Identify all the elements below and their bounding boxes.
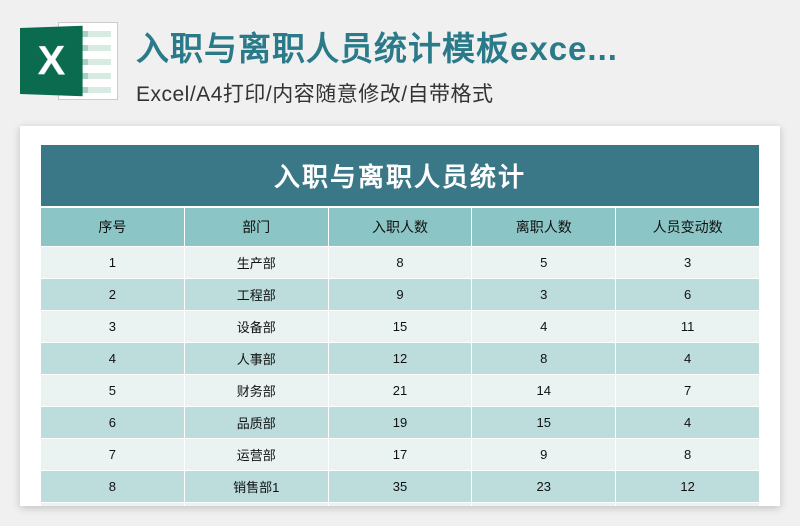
table-cell: 销售部1 — [184, 471, 328, 503]
table-cell: 财务部 — [184, 375, 328, 407]
table-cell: 8 — [616, 439, 760, 471]
table-cell: 21 — [328, 375, 472, 407]
table-cell: 3 — [616, 247, 760, 279]
table-cell: 4 — [472, 311, 616, 343]
col-index: 序号 — [41, 208, 185, 247]
col-delta: 人员变动数 — [616, 208, 760, 247]
table-title: 入职与离职人员统计 — [40, 144, 760, 207]
col-offboard: 离职人数 — [472, 208, 616, 247]
table-cell: 7 — [41, 439, 185, 471]
table-cell: 5 — [472, 247, 616, 279]
table-cell: 14 — [472, 375, 616, 407]
table-row: 7运营部1798 — [41, 439, 760, 471]
page-subtitle: Excel/A4打印/内容随意修改/自带格式 — [136, 78, 780, 108]
title-block: 入职与离职人员统计模板exce... Excel/A4打印/内容随意修改/自带格… — [136, 18, 780, 108]
table-cell: 6 — [616, 279, 760, 311]
table-cell: 11 — [616, 311, 760, 343]
table-cell: 4 — [41, 343, 185, 375]
table-cell: 15 — [472, 407, 616, 439]
table-cell: 26 — [472, 503, 616, 507]
table-row: 9销售部226260 — [41, 503, 760, 507]
table-row: 5财务部21147 — [41, 375, 760, 407]
table-cell: 生产部 — [184, 247, 328, 279]
table-cell: 人事部 — [184, 343, 328, 375]
table-row: 2工程部936 — [41, 279, 760, 311]
table-cell: 2 — [41, 279, 185, 311]
table-row: 6品质部19154 — [41, 407, 760, 439]
excel-icon: X — [20, 18, 118, 108]
page-title: 入职与离职人员统计模板exce... — [136, 22, 780, 70]
header: X 入职与离职人员统计模板exce... Excel/A4打印/内容随意修改/自… — [0, 0, 800, 118]
table-cell: 35 — [328, 471, 472, 503]
table-cell: 工程部 — [184, 279, 328, 311]
table-cell: 销售部2 — [184, 503, 328, 507]
table-cell: 3 — [472, 279, 616, 311]
table-cell: 19 — [328, 407, 472, 439]
table-cell: 9 — [41, 503, 185, 507]
table-cell: 4 — [616, 407, 760, 439]
table-cell: 1 — [41, 247, 185, 279]
spreadsheet-preview: 入职与离职人员统计 序号 部门 入职人数 离职人数 人员变动数 1生产部8532… — [20, 126, 780, 506]
table-cell: 7 — [616, 375, 760, 407]
table-row: 8销售部1352312 — [41, 471, 760, 503]
table-cell: 12 — [328, 343, 472, 375]
table-cell: 23 — [472, 471, 616, 503]
table-row: 1生产部853 — [41, 247, 760, 279]
table-cell: 17 — [328, 439, 472, 471]
excel-icon-front: X — [20, 26, 83, 96]
stats-table: 序号 部门 入职人数 离职人数 人员变动数 1生产部8532工程部9363设备部… — [40, 207, 760, 506]
excel-icon-letter: X — [38, 37, 64, 84]
table-cell: 运营部 — [184, 439, 328, 471]
table-cell: 0 — [616, 503, 760, 507]
table-cell: 品质部 — [184, 407, 328, 439]
col-dept: 部门 — [184, 208, 328, 247]
table-cell: 4 — [616, 343, 760, 375]
table-cell: 3 — [41, 311, 185, 343]
table-cell: 26 — [328, 503, 472, 507]
table-cell: 5 — [41, 375, 185, 407]
col-onboard: 入职人数 — [328, 208, 472, 247]
table-cell: 6 — [41, 407, 185, 439]
table-cell: 8 — [472, 343, 616, 375]
table-cell: 12 — [616, 471, 760, 503]
table-cell: 设备部 — [184, 311, 328, 343]
table-cell: 15 — [328, 311, 472, 343]
table-cell: 9 — [472, 439, 616, 471]
table-header-row: 序号 部门 入职人数 离职人数 人员变动数 — [41, 208, 760, 247]
table-cell: 8 — [328, 247, 472, 279]
table-cell: 8 — [41, 471, 185, 503]
table-row: 3设备部15411 — [41, 311, 760, 343]
table-row: 4人事部1284 — [41, 343, 760, 375]
table-cell: 9 — [328, 279, 472, 311]
